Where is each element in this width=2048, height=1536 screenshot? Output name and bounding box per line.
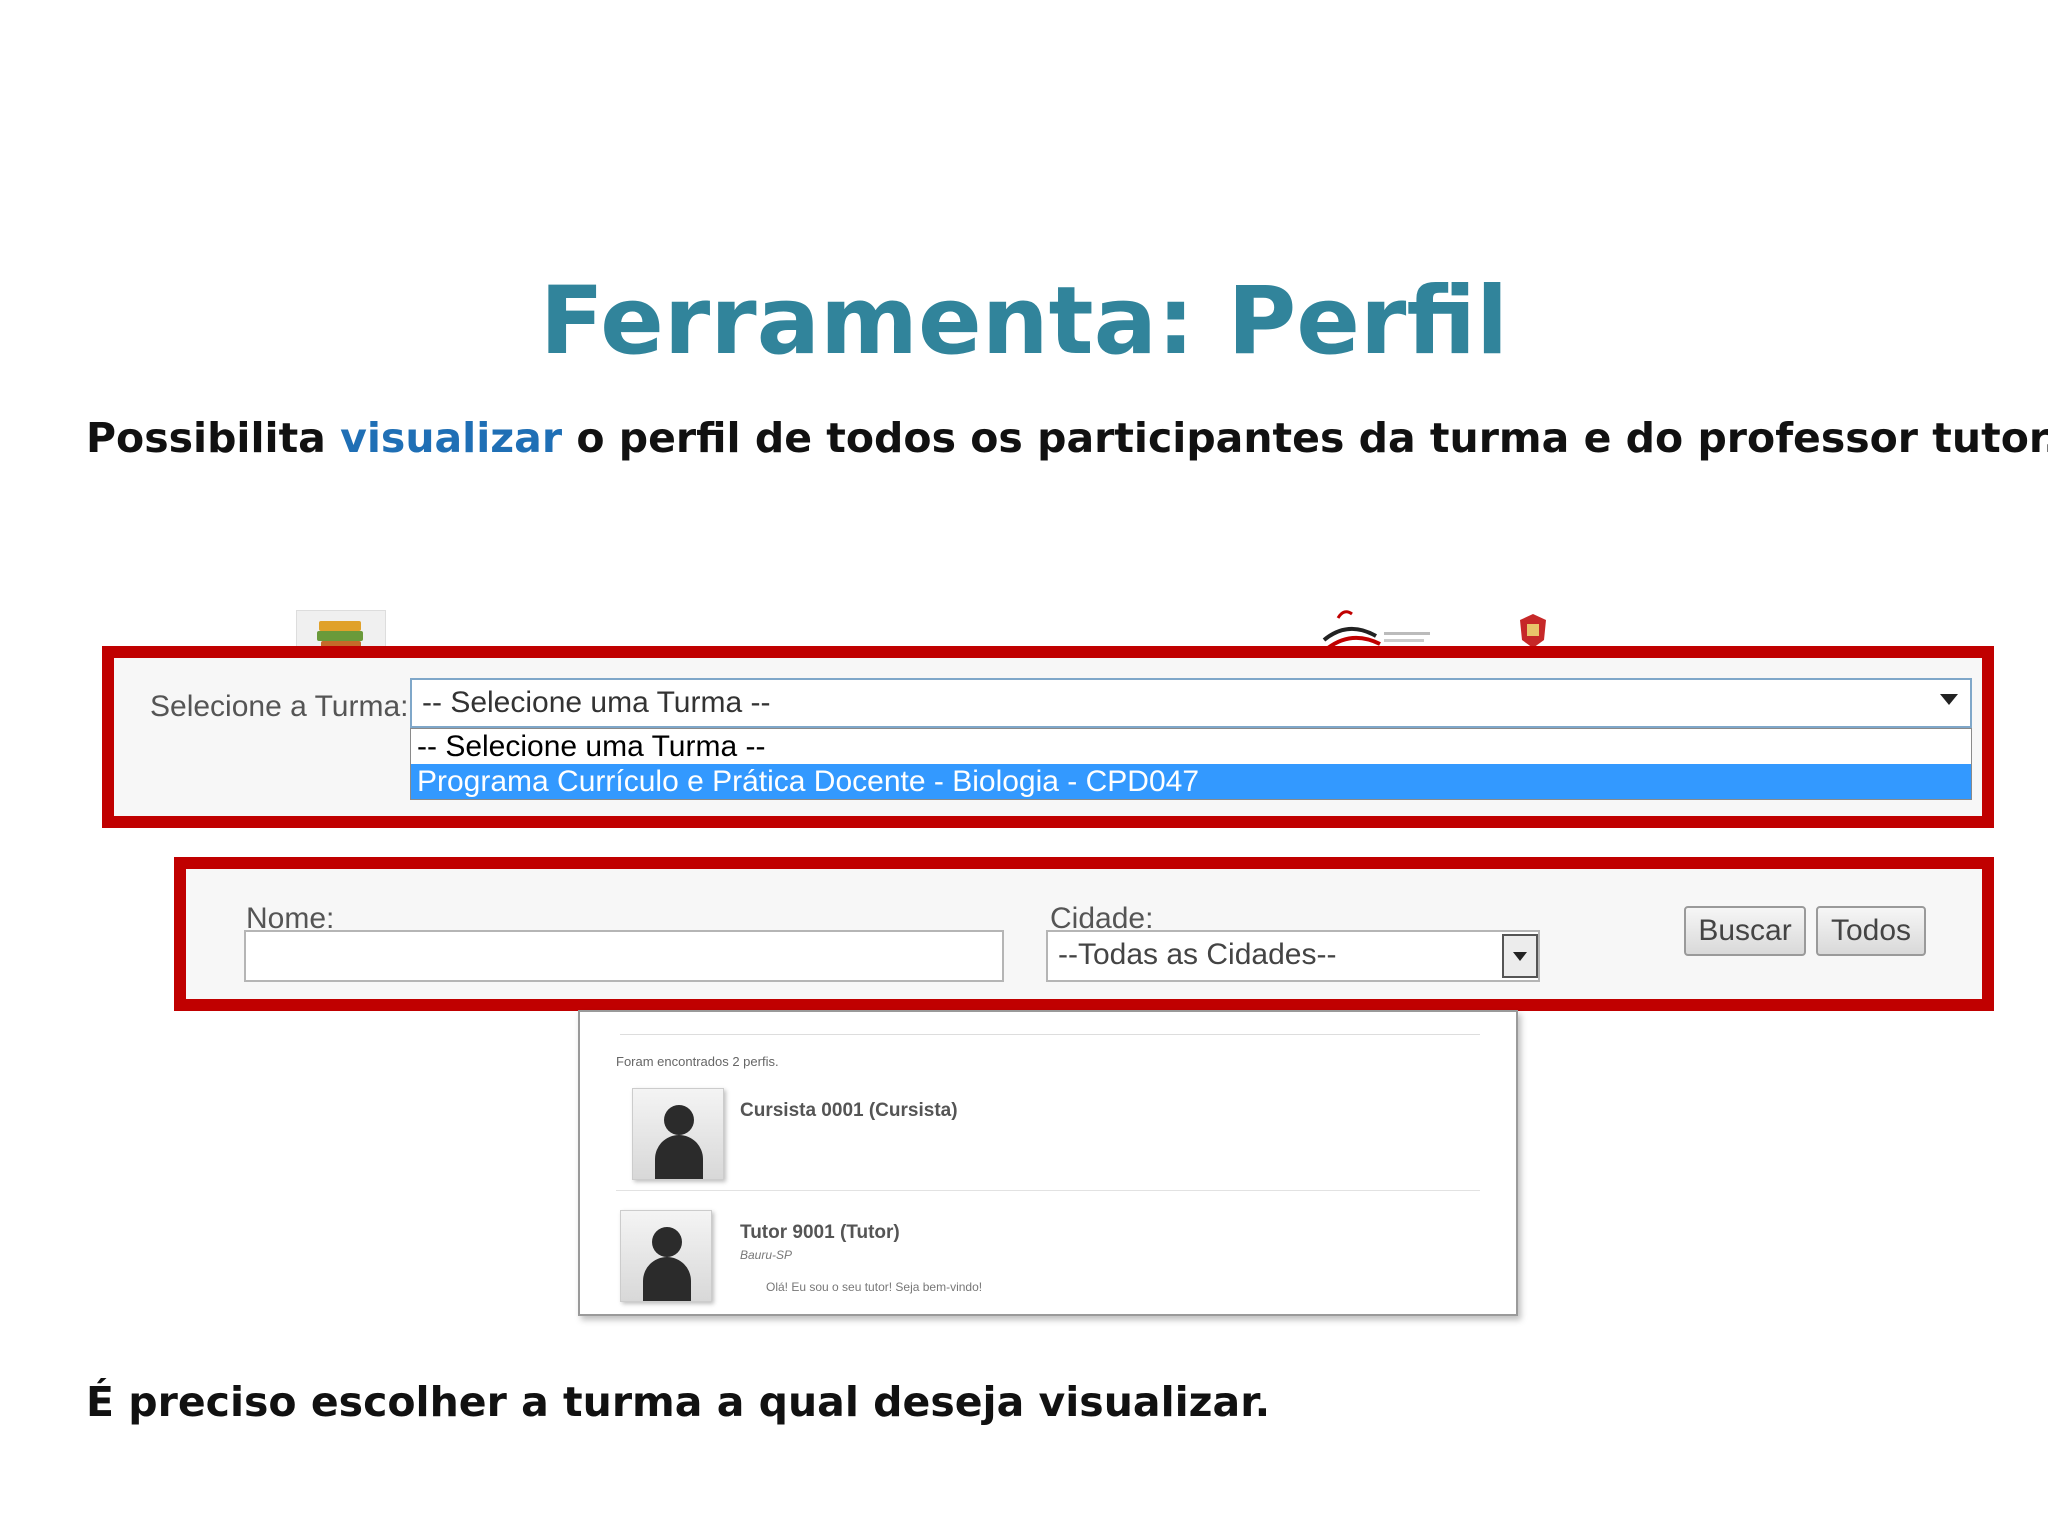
cidade-dropdown-button[interactable] bbox=[1502, 934, 1538, 978]
turma-selected-value: -- Selecione uma Turma -- bbox=[422, 686, 771, 719]
avatar-icon[interactable] bbox=[632, 1088, 724, 1180]
turma-option-placeholder[interactable]: -- Selecione uma Turma -- bbox=[411, 729, 1971, 764]
todos-button[interactable]: Todos bbox=[1816, 906, 1926, 956]
results-count: Foram encontrados 2 perfis. bbox=[616, 1054, 779, 1069]
profile-name-cursista[interactable]: Cursista 0001 (Cursista) bbox=[740, 1100, 958, 1122]
results-panel: Foram encontrados 2 perfis. Cursista 000… bbox=[578, 1010, 1518, 1316]
intro-highlight: visualizar bbox=[340, 414, 563, 462]
turma-option-cpd047[interactable]: Programa Currículo e Prática Docente - B… bbox=[411, 764, 1971, 799]
profile-separator bbox=[616, 1190, 1480, 1191]
intro-text: Possibilita visualizar o perfil de todos… bbox=[86, 414, 2048, 462]
cidade-select[interactable]: --Todas as Cidades-- bbox=[1046, 930, 1540, 982]
nome-input[interactable] bbox=[244, 930, 1004, 982]
profile-message-tutor: Olá! Eu sou o seu tutor! Seja bem-vindo! bbox=[766, 1280, 983, 1294]
slide-title: Ferramenta: Perfil bbox=[539, 267, 1509, 376]
chevron-down-icon bbox=[1940, 694, 1958, 705]
turma-dropdown-list: -- Selecione uma Turma -- Programa Currí… bbox=[410, 728, 1972, 800]
buscar-button[interactable]: Buscar bbox=[1684, 906, 1806, 956]
turma-select[interactable]: -- Selecione uma Turma -- bbox=[410, 678, 1972, 728]
cidade-selected-value: --Todas as Cidades-- bbox=[1058, 938, 1337, 971]
sort-options-row bbox=[620, 1012, 1480, 1035]
avatar-icon[interactable] bbox=[620, 1210, 712, 1302]
intro-text-start: Possibilita bbox=[86, 414, 341, 462]
chevron-down-icon bbox=[1513, 952, 1527, 961]
profile-name-tutor[interactable]: Tutor 9001 (Tutor) bbox=[740, 1222, 900, 1244]
bottom-note: É preciso escolher a turma a qual deseja… bbox=[86, 1378, 1271, 1426]
profile-city-tutor: Bauru-SP bbox=[740, 1248, 793, 1262]
intro-text-end: o perfil de todos os participantes da tu… bbox=[562, 414, 2048, 462]
turma-label: Selecione a Turma: bbox=[150, 690, 409, 723]
